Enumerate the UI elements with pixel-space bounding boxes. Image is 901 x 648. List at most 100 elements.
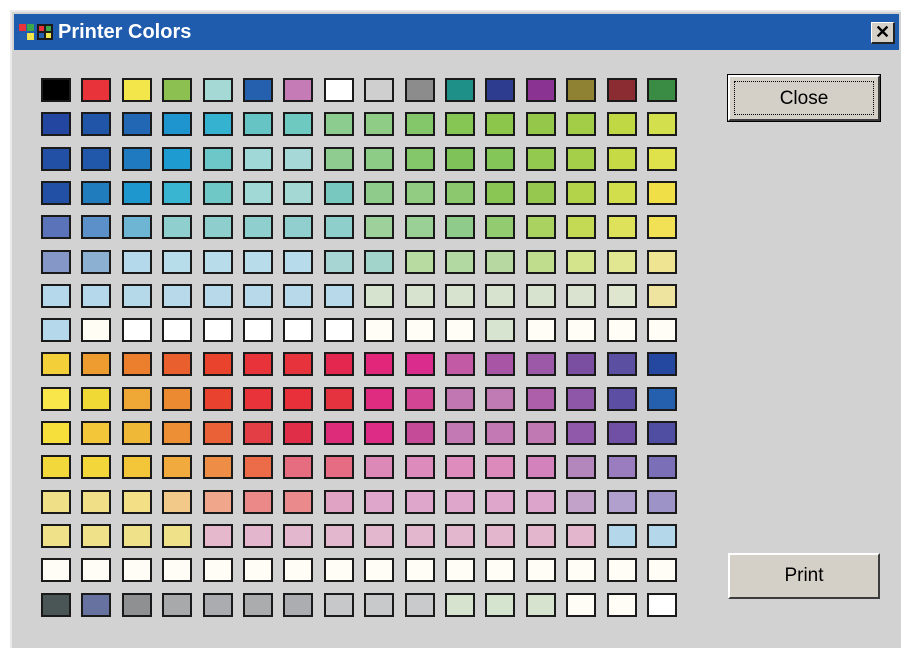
color-swatch[interactable] bbox=[566, 558, 596, 582]
color-swatch[interactable] bbox=[566, 593, 596, 617]
color-swatch[interactable] bbox=[405, 181, 435, 205]
color-swatch[interactable] bbox=[566, 215, 596, 239]
color-swatch[interactable] bbox=[405, 284, 435, 308]
color-swatch[interactable] bbox=[445, 421, 475, 445]
color-swatch[interactable] bbox=[526, 352, 556, 376]
color-swatch[interactable] bbox=[405, 558, 435, 582]
color-swatch[interactable] bbox=[445, 455, 475, 479]
color-swatch[interactable] bbox=[203, 215, 233, 239]
color-swatch[interactable] bbox=[41, 558, 71, 582]
color-swatch[interactable] bbox=[41, 78, 71, 102]
color-swatch[interactable] bbox=[81, 78, 111, 102]
color-swatch[interactable] bbox=[324, 558, 354, 582]
color-swatch[interactable] bbox=[485, 490, 515, 514]
color-swatch[interactable] bbox=[41, 215, 71, 239]
color-swatch[interactable] bbox=[445, 78, 475, 102]
color-swatch[interactable] bbox=[162, 421, 192, 445]
color-swatch[interactable] bbox=[647, 593, 677, 617]
color-swatch[interactable] bbox=[283, 318, 313, 342]
color-swatch[interactable] bbox=[485, 284, 515, 308]
color-swatch[interactable] bbox=[283, 147, 313, 171]
color-swatch[interactable] bbox=[607, 215, 637, 239]
color-swatch[interactable] bbox=[122, 181, 152, 205]
color-swatch[interactable] bbox=[243, 215, 273, 239]
color-swatch[interactable] bbox=[81, 112, 111, 136]
color-swatch[interactable] bbox=[607, 181, 637, 205]
color-swatch[interactable] bbox=[607, 524, 637, 548]
color-swatch[interactable] bbox=[485, 524, 515, 548]
color-swatch[interactable] bbox=[41, 387, 71, 411]
color-swatch[interactable] bbox=[647, 524, 677, 548]
color-swatch[interactable] bbox=[203, 318, 233, 342]
color-swatch[interactable] bbox=[283, 215, 313, 239]
color-swatch[interactable] bbox=[162, 318, 192, 342]
color-swatch[interactable] bbox=[41, 352, 71, 376]
color-swatch[interactable] bbox=[324, 490, 354, 514]
color-swatch[interactable] bbox=[203, 284, 233, 308]
color-swatch[interactable] bbox=[445, 112, 475, 136]
color-swatch[interactable] bbox=[283, 558, 313, 582]
color-swatch[interactable] bbox=[81, 181, 111, 205]
color-swatch[interactable] bbox=[41, 490, 71, 514]
color-swatch[interactable] bbox=[566, 318, 596, 342]
color-swatch[interactable] bbox=[122, 284, 152, 308]
color-swatch[interactable] bbox=[81, 593, 111, 617]
color-swatch[interactable] bbox=[203, 387, 233, 411]
color-swatch[interactable] bbox=[364, 147, 394, 171]
color-swatch[interactable] bbox=[41, 250, 71, 274]
color-swatch[interactable] bbox=[122, 421, 152, 445]
color-swatch[interactable] bbox=[405, 78, 435, 102]
color-swatch[interactable] bbox=[485, 250, 515, 274]
color-swatch[interactable] bbox=[324, 284, 354, 308]
color-swatch[interactable] bbox=[203, 250, 233, 274]
color-swatch[interactable] bbox=[405, 250, 435, 274]
color-swatch[interactable] bbox=[81, 147, 111, 171]
color-swatch[interactable] bbox=[647, 558, 677, 582]
color-swatch[interactable] bbox=[566, 421, 596, 445]
color-swatch[interactable] bbox=[203, 352, 233, 376]
color-swatch[interactable] bbox=[243, 455, 273, 479]
color-swatch[interactable] bbox=[566, 181, 596, 205]
color-swatch[interactable] bbox=[526, 524, 556, 548]
color-swatch[interactable] bbox=[283, 455, 313, 479]
color-swatch[interactable] bbox=[607, 490, 637, 514]
color-swatch[interactable] bbox=[283, 593, 313, 617]
color-swatch[interactable] bbox=[607, 318, 637, 342]
color-swatch[interactable] bbox=[203, 181, 233, 205]
color-swatch[interactable] bbox=[405, 524, 435, 548]
color-swatch[interactable] bbox=[607, 250, 637, 274]
color-swatch[interactable] bbox=[526, 284, 556, 308]
color-swatch[interactable] bbox=[405, 215, 435, 239]
color-swatch[interactable] bbox=[445, 387, 475, 411]
color-swatch[interactable] bbox=[607, 421, 637, 445]
color-swatch[interactable] bbox=[566, 250, 596, 274]
color-swatch[interactable] bbox=[485, 215, 515, 239]
color-swatch[interactable] bbox=[566, 147, 596, 171]
color-swatch[interactable] bbox=[364, 78, 394, 102]
close-button[interactable]: Close bbox=[727, 74, 881, 122]
color-swatch[interactable] bbox=[566, 387, 596, 411]
color-swatch[interactable] bbox=[647, 215, 677, 239]
color-swatch[interactable] bbox=[81, 352, 111, 376]
color-swatch[interactable] bbox=[41, 524, 71, 548]
color-swatch[interactable] bbox=[364, 250, 394, 274]
color-swatch[interactable] bbox=[162, 352, 192, 376]
color-swatch[interactable] bbox=[364, 284, 394, 308]
color-swatch[interactable] bbox=[203, 524, 233, 548]
color-swatch[interactable] bbox=[485, 558, 515, 582]
color-swatch[interactable] bbox=[607, 558, 637, 582]
color-swatch[interactable] bbox=[122, 352, 152, 376]
color-swatch[interactable] bbox=[324, 215, 354, 239]
color-swatch[interactable] bbox=[526, 147, 556, 171]
color-swatch[interactable] bbox=[485, 352, 515, 376]
color-swatch[interactable] bbox=[162, 387, 192, 411]
color-swatch[interactable] bbox=[566, 524, 596, 548]
color-swatch[interactable] bbox=[485, 421, 515, 445]
color-swatch[interactable] bbox=[364, 215, 394, 239]
color-swatch[interactable] bbox=[41, 455, 71, 479]
color-swatch[interactable] bbox=[647, 455, 677, 479]
color-swatch[interactable] bbox=[445, 250, 475, 274]
color-swatch[interactable] bbox=[203, 455, 233, 479]
color-swatch[interactable] bbox=[81, 455, 111, 479]
color-swatch[interactable] bbox=[203, 490, 233, 514]
